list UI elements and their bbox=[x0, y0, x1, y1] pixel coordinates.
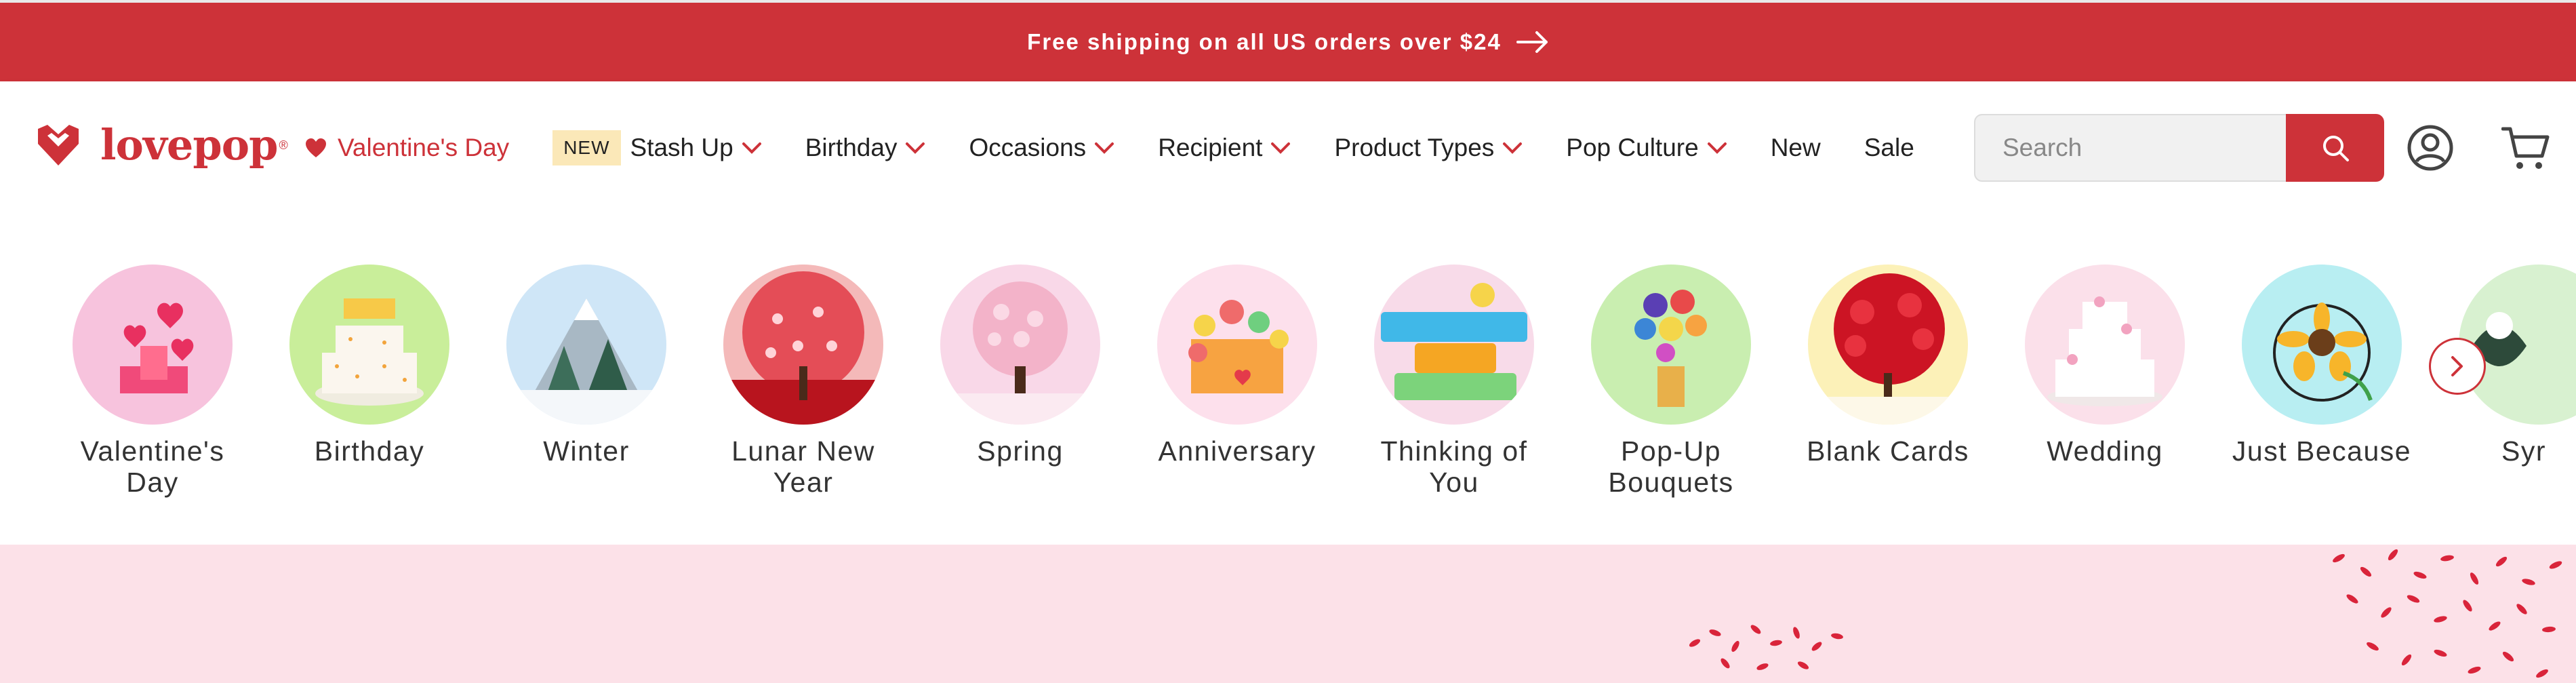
chevron-right-icon bbox=[2451, 356, 2463, 376]
category-label: Just Because bbox=[2232, 435, 2412, 467]
nav-stash-up[interactable]: NEW Stash Up bbox=[552, 130, 762, 165]
category-carousel: Valentine's Day Birthday Winter Lunar Ne… bbox=[0, 214, 2576, 545]
category-just-because[interactable]: Just Because bbox=[2223, 265, 2420, 467]
category-label: Spring bbox=[977, 435, 1064, 467]
category-image bbox=[1374, 265, 1534, 425]
nav-sale[interactable]: Sale bbox=[1864, 134, 1914, 162]
nav-item-label: Stash Up bbox=[630, 133, 733, 161]
heart-icon bbox=[306, 138, 326, 157]
new-badge: NEW bbox=[552, 130, 621, 165]
nav-item-label: Recipient bbox=[1158, 133, 1263, 161]
nav-item-label: Product Types bbox=[1334, 133, 1495, 161]
chevron-down-icon bbox=[1095, 142, 1114, 154]
category-blank-cards[interactable]: Blank Cards bbox=[1790, 265, 1986, 467]
category-pop-up-bouquets[interactable]: Pop-Up Bouquets bbox=[1573, 265, 1769, 498]
category-label: Birthday bbox=[314, 435, 425, 467]
nav-birthday[interactable]: Birthday bbox=[805, 134, 926, 162]
category-birthday[interactable]: Birthday bbox=[271, 265, 468, 467]
category-lunar-new-year[interactable]: Lunar New Year bbox=[705, 265, 902, 498]
category-label: Blank Cards bbox=[1807, 435, 1969, 467]
search-icon bbox=[2322, 136, 2349, 161]
category-label: Thinking of You bbox=[1380, 435, 1528, 498]
category-image bbox=[2025, 265, 2185, 425]
search-input[interactable]: Search bbox=[1974, 114, 2286, 182]
carousel-next-button[interactable] bbox=[2429, 338, 2486, 395]
category-wedding[interactable]: Wedding bbox=[2007, 265, 2203, 467]
category-image bbox=[1808, 265, 1968, 425]
brand-name: lovepop bbox=[100, 120, 278, 170]
category-image bbox=[73, 265, 233, 425]
category-label: Lunar New Year bbox=[731, 435, 875, 498]
category-image bbox=[1157, 265, 1317, 425]
nav-pop-culture[interactable]: Pop Culture bbox=[1566, 134, 1727, 162]
decorative-petals bbox=[1689, 549, 2562, 678]
category-valentines-day[interactable]: Valentine's Day bbox=[54, 265, 251, 498]
registered-mark: ® bbox=[279, 138, 288, 152]
account-icon[interactable] bbox=[2407, 124, 2454, 172]
category-label: Wedding bbox=[2047, 435, 2163, 467]
category-image bbox=[506, 265, 666, 425]
announcement-bar[interactable]: Free shipping on all US orders over $24 bbox=[0, 0, 2576, 81]
category-image bbox=[2242, 265, 2402, 425]
nav-item-label: Pop Culture bbox=[1566, 133, 1699, 161]
nav-new[interactable]: New bbox=[1771, 134, 1821, 162]
nav-item-label: Sale bbox=[1864, 133, 1914, 161]
chevron-down-icon bbox=[1503, 142, 1523, 154]
category-image bbox=[940, 265, 1100, 425]
lovepop-logo-icon bbox=[38, 125, 79, 165]
chevron-down-icon bbox=[906, 142, 925, 154]
nav-item-label: New bbox=[1770, 133, 1821, 161]
nav-recipient[interactable]: Recipient bbox=[1158, 134, 1291, 162]
chevron-down-icon bbox=[742, 142, 761, 154]
nav-item-label: Occasions bbox=[969, 133, 1087, 161]
category-thinking-of-you[interactable]: Thinking of You bbox=[1356, 265, 1552, 498]
category-label: Pop-Up Bouquets bbox=[1608, 435, 1734, 498]
category-anniversary[interactable]: Anniversary bbox=[1139, 265, 1335, 467]
category-spring[interactable]: Spring bbox=[922, 265, 1119, 467]
announcement-text[interactable]: Free shipping on all US orders over $24 bbox=[1027, 29, 1502, 55]
arrow-right-icon[interactable] bbox=[1516, 31, 1549, 54]
category-image bbox=[289, 265, 449, 425]
chevron-down-icon bbox=[1271, 142, 1291, 154]
category-label: Valentine's Day bbox=[80, 435, 225, 498]
category-label: Anniversary bbox=[1158, 435, 1316, 467]
category-winter[interactable]: Winter bbox=[488, 265, 685, 467]
category-label: Winter bbox=[543, 435, 630, 467]
category-image bbox=[723, 265, 883, 425]
nav-valentines-label: Valentine's Day bbox=[338, 133, 510, 161]
chevron-down-icon bbox=[1707, 142, 1727, 154]
site-header: lovepop ® Valentine's Day NEW Stash Up Bi… bbox=[0, 81, 2576, 214]
category-label: Syr bbox=[2501, 435, 2546, 467]
hero-banner bbox=[0, 545, 2576, 683]
nav-occasions[interactable]: Occasions bbox=[969, 134, 1114, 162]
search-button[interactable] bbox=[2286, 114, 2384, 182]
nav-item-label: Birthday bbox=[805, 133, 898, 161]
main-nav: Valentine's Day NEW Stash Up Birthday Oc… bbox=[305, 81, 1958, 214]
brand-logo[interactable]: lovepop ® bbox=[35, 123, 288, 167]
nav-valentines-day[interactable]: Valentine's Day bbox=[305, 134, 509, 162]
nav-product-types[interactable]: Product Types bbox=[1334, 134, 1523, 162]
cart-icon[interactable] bbox=[2501, 123, 2550, 172]
category-image bbox=[1591, 265, 1751, 425]
search-bar: Search bbox=[1974, 114, 2384, 182]
